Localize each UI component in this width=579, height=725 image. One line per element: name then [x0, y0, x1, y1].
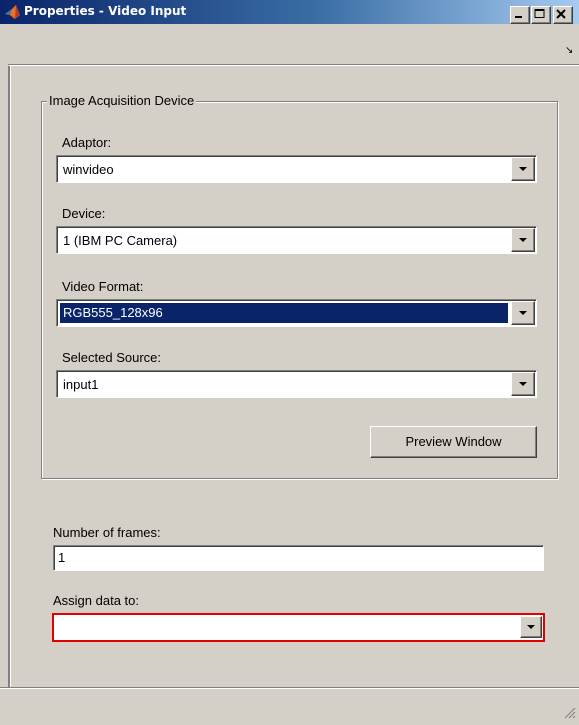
preview-window-button[interactable]: Preview Window: [370, 426, 537, 458]
assign-data-select[interactable]: [52, 613, 545, 642]
device-select[interactable]: 1 (IBM PC Camera): [56, 226, 537, 254]
close-button[interactable]: [553, 6, 573, 24]
adaptor-value: winvideo: [63, 162, 114, 177]
maximize-icon: [534, 9, 545, 18]
assign-data-label: Assign data to:: [53, 593, 139, 608]
title-bar[interactable]: Properties - Video Input: [0, 0, 579, 24]
chevron-down-icon: [519, 167, 527, 171]
minimize-button[interactable]: [510, 6, 530, 24]
window-title: Properties - Video Input: [24, 4, 187, 18]
video-format-dropdown-button[interactable]: [511, 301, 535, 325]
video-format-select[interactable]: RGB555_128x96: [56, 299, 537, 327]
selected-source-select[interactable]: input1: [56, 370, 537, 398]
chevron-down-icon: [527, 625, 535, 629]
chevron-down-icon: [519, 311, 527, 315]
selected-source-label: Selected Source:: [62, 350, 162, 365]
number-of-frames-input[interactable]: 1: [53, 545, 544, 571]
close-icon: [556, 9, 566, 19]
device-dropdown-button[interactable]: [511, 228, 535, 252]
assign-data-dropdown-button[interactable]: [520, 616, 542, 638]
group-legend: Image Acquisition Device: [47, 93, 197, 108]
matlab-logo-icon: [4, 3, 22, 21]
chevron-down-icon: [519, 382, 527, 386]
resize-grip-icon[interactable]: [562, 705, 576, 719]
frame-border-highlight: [9, 65, 579, 66]
adaptor-select[interactable]: winvideo: [56, 155, 537, 183]
dock-arrow-icon[interactable]: ↘: [565, 45, 573, 56]
number-of-frames-value: 1: [58, 550, 66, 565]
selected-source-dropdown-button[interactable]: [511, 372, 535, 396]
frame-border-left: [8, 66, 11, 710]
device-label: Device:: [62, 206, 106, 221]
adaptor-dropdown-button[interactable]: [511, 157, 535, 181]
number-of-frames-label: Number of frames:: [53, 525, 161, 540]
status-bar: [0, 687, 579, 725]
selected-source-value: input1: [63, 377, 99, 392]
maximize-button[interactable]: [531, 6, 551, 24]
adaptor-label: Adaptor:: [62, 135, 112, 150]
video-format-label: Video Format:: [62, 279, 144, 294]
minimize-icon: [515, 16, 522, 18]
device-value: 1 (IBM PC Camera): [63, 233, 178, 248]
video-format-value: RGB555_128x96: [60, 303, 508, 323]
chevron-down-icon: [519, 238, 527, 242]
